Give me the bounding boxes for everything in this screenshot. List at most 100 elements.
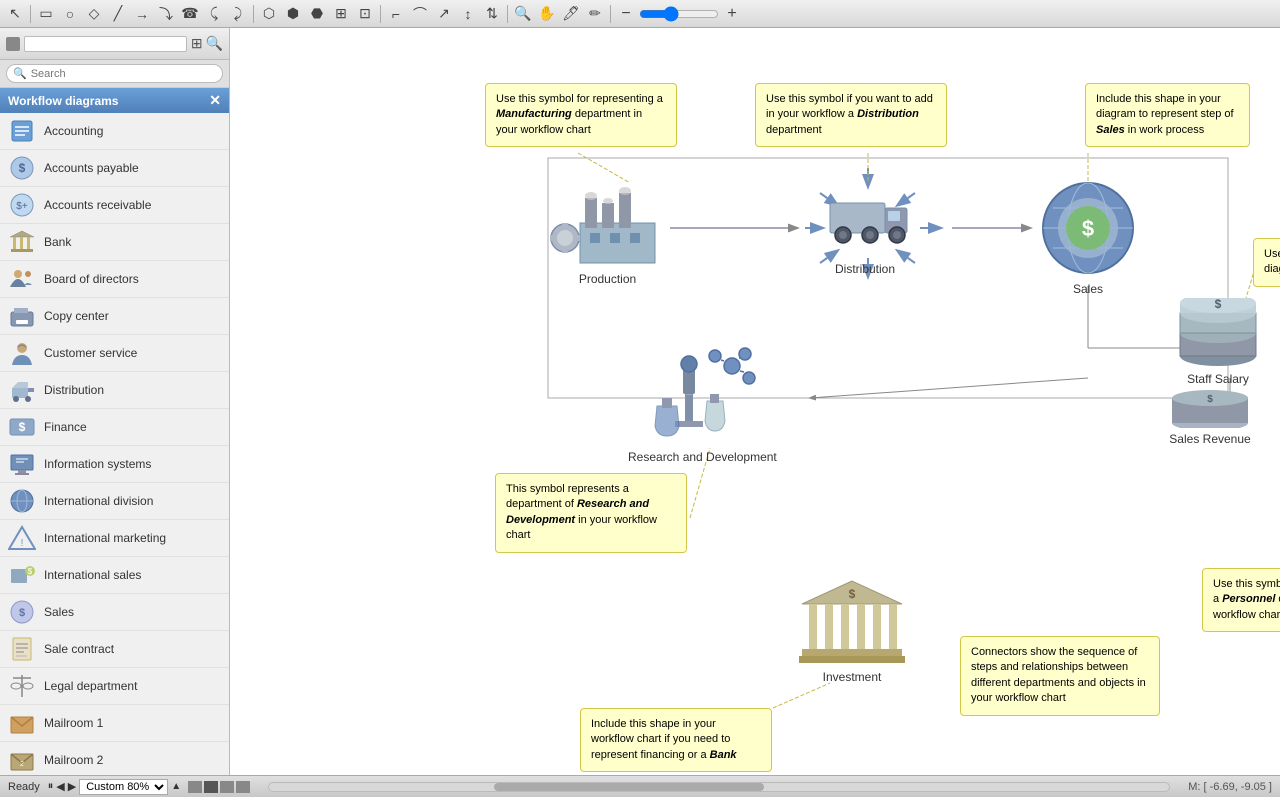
next-page-btn[interactable]: ▶ bbox=[68, 780, 76, 793]
tool-zoom-out2[interactable]: ✏ bbox=[584, 3, 606, 25]
sale-contract-label: Sale contract bbox=[44, 642, 114, 656]
investment-element[interactable]: $ Investment bbox=[797, 576, 907, 684]
list-item-distribution[interactable]: Distribution bbox=[0, 372, 229, 409]
zoom-out-btn[interactable]: − bbox=[615, 3, 637, 25]
tool-arrow[interactable]: → bbox=[131, 3, 153, 25]
page-btn-3[interactable] bbox=[220, 781, 234, 793]
tool-line[interactable]: ╱ bbox=[107, 3, 129, 25]
sales-revenue-svg: $ bbox=[1165, 378, 1255, 428]
zoom-slider[interactable] bbox=[639, 6, 719, 22]
tool-7[interactable]: ⬣ bbox=[306, 3, 328, 25]
finance-icon: $ bbox=[8, 413, 36, 441]
tool-8[interactable]: ⊞ bbox=[330, 3, 352, 25]
tool-rect[interactable]: ▭ bbox=[35, 3, 57, 25]
list-item-intl-division[interactable]: International division bbox=[0, 483, 229, 520]
distribution-label: Distribution bbox=[44, 383, 104, 397]
list-item-intl-marketing[interactable]: ! International marketing bbox=[0, 520, 229, 557]
tool-3[interactable]: ⤹ bbox=[203, 3, 225, 25]
tool-4[interactable]: ⤸ bbox=[227, 3, 249, 25]
page-btn-4[interactable] bbox=[236, 781, 250, 793]
mailroom1-icon bbox=[8, 709, 36, 737]
select-tool[interactable]: ↖ bbox=[4, 3, 26, 25]
accounts-payable-label: Accounts payable bbox=[44, 161, 139, 175]
tool-e[interactable]: ⇅ bbox=[481, 3, 503, 25]
research-element[interactable]: Research and Development bbox=[628, 336, 777, 464]
canvas-area[interactable]: Use this symbol for representing a Manuf… bbox=[230, 28, 1280, 775]
scroll-thumb bbox=[494, 783, 764, 791]
panel-grid-icon[interactable]: ⊞ bbox=[191, 35, 203, 52]
tool-5[interactable]: ⬡ bbox=[258, 3, 280, 25]
tool-a[interactable]: ⌐ bbox=[385, 3, 407, 25]
list-item-intl-sales[interactable]: $ International sales bbox=[0, 557, 229, 594]
list-item-accounts-payable[interactable]: $ Accounts payable bbox=[0, 150, 229, 187]
svg-text:$: $ bbox=[28, 567, 33, 576]
tool-zoom-in2[interactable]: 🖊 bbox=[560, 3, 582, 25]
tooltip-research: This symbol represents a department of R… bbox=[495, 473, 687, 553]
zoom-up-arrow[interactable]: ▲ bbox=[171, 781, 181, 792]
items-list: Accounting $ Accounts payable $+ bbox=[0, 113, 229, 775]
tool-d[interactable]: ↕ bbox=[457, 3, 479, 25]
research-label: Research and Development bbox=[628, 450, 777, 464]
tool-ellipse[interactable]: ○ bbox=[59, 3, 81, 25]
finance-label: Finance bbox=[44, 420, 87, 434]
svg-text:$: $ bbox=[19, 161, 26, 175]
list-item-finance[interactable]: $ Finance bbox=[0, 409, 229, 446]
panel-title: Workflow diagrams bbox=[8, 94, 118, 108]
svg-text:$: $ bbox=[849, 587, 856, 601]
list-item-accounting[interactable]: Accounting bbox=[0, 113, 229, 150]
svg-text:$: $ bbox=[1215, 298, 1222, 311]
sales-label: Sales bbox=[44, 605, 74, 619]
panel-search-icon[interactable]: 🔍 bbox=[206, 35, 223, 52]
copy-center-label: Copy center bbox=[44, 309, 109, 323]
prev-page-btn[interactable]: ◀ bbox=[56, 780, 64, 793]
list-item-bank[interactable]: Bank bbox=[0, 224, 229, 261]
pause-btn[interactable]: ⏸ bbox=[48, 780, 54, 793]
tool-b[interactable]: ⌒ bbox=[409, 3, 431, 25]
tool-c[interactable]: ↗ bbox=[433, 3, 455, 25]
accounting-icon bbox=[8, 117, 36, 145]
tooltip-manufacturing: Use this symbol for representing a Manuf… bbox=[485, 83, 677, 147]
tool-6[interactable]: ⬢ bbox=[282, 3, 304, 25]
board-directors-icon bbox=[8, 265, 36, 293]
svg-text:$: $ bbox=[1082, 216, 1094, 241]
research-svg bbox=[637, 336, 767, 446]
zoom-select[interactable]: Custom 80% 50% 75% 100% 125% 150% bbox=[79, 779, 168, 795]
sales-revenue-element[interactable]: $ Sales Revenue bbox=[1165, 378, 1255, 446]
production-svg bbox=[550, 173, 665, 268]
sale-contract-icon bbox=[8, 635, 36, 663]
list-item-legal[interactable]: Legal department bbox=[0, 668, 229, 705]
tooltip-bank: Include this shape in your workflow char… bbox=[580, 708, 772, 772]
tool-curve[interactable]: ⤵ bbox=[155, 3, 177, 25]
tool-diamond[interactable]: ◇ bbox=[83, 3, 105, 25]
horizontal-scrollbar[interactable] bbox=[268, 782, 1170, 792]
staff-salary-element[interactable]: $ Staff Salary bbox=[1173, 298, 1263, 386]
intl-division-label: International division bbox=[44, 494, 153, 508]
panel-title-input[interactable] bbox=[24, 36, 187, 52]
zoom-in-btn[interactable]: + bbox=[721, 3, 743, 25]
tool-9[interactable]: ⊡ bbox=[354, 3, 376, 25]
production-element[interactable]: Production bbox=[550, 173, 665, 286]
list-item-mailroom2[interactable]: 2 Mailroom 2 bbox=[0, 742, 229, 775]
page-btn-1[interactable] bbox=[188, 781, 202, 793]
panel-menu-icon bbox=[6, 37, 20, 51]
list-item-customer-service[interactable]: Customer service bbox=[0, 335, 229, 372]
sales-element[interactable]: $ $ Sales bbox=[1038, 178, 1138, 296]
list-item-sales[interactable]: $ Sales bbox=[0, 594, 229, 631]
list-item-mailroom1[interactable]: Mailroom 1 bbox=[0, 705, 229, 742]
intl-marketing-icon: ! bbox=[8, 524, 36, 552]
customer-service-label: Customer service bbox=[44, 346, 137, 360]
tooltip-connectors: Connectors show the sequence of steps an… bbox=[960, 636, 1160, 716]
page-btn-2[interactable] bbox=[204, 781, 218, 793]
tool-hand[interactable]: ✋ bbox=[536, 3, 558, 25]
tool-zoom-region[interactable]: 🔍 bbox=[512, 3, 534, 25]
list-item-copy-center[interactable]: Copy center bbox=[0, 298, 229, 335]
distribution-element[interactable]: Distribution bbox=[815, 178, 915, 276]
legal-label: Legal department bbox=[44, 679, 137, 693]
list-item-accounts-receivable[interactable]: $+ Accounts receivable bbox=[0, 187, 229, 224]
list-item-info-systems[interactable]: Information systems bbox=[0, 446, 229, 483]
search-input[interactable] bbox=[31, 68, 216, 80]
panel-close-btn[interactable]: ✕ bbox=[209, 92, 221, 109]
tool-phone[interactable]: ☎ bbox=[179, 3, 201, 25]
list-item-board-directors[interactable]: Board of directors bbox=[0, 261, 229, 298]
list-item-sale-contract[interactable]: Sale contract bbox=[0, 631, 229, 668]
